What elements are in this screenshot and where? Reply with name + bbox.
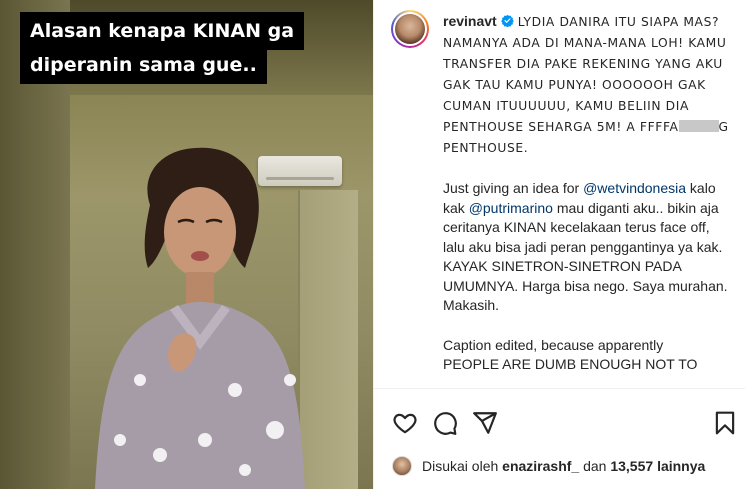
author-username[interactable]: revinavt [443,13,497,29]
likes-prefix: Disukai oleh [422,458,499,474]
caption-paragraph-2: Just giving an idea for @wetvindonesia k… [443,180,728,313]
post-panel: revinavt LYDIA DANIRA ITU SIAPA MAS? NAMA… [373,0,745,489]
action-bar [374,400,745,440]
censor-bar [678,120,719,132]
caption-caps-part-1: LYDIA DANIRA ITU SIAPA MAS? NAMANYA ADA … [443,15,727,134]
liker-avatar[interactable] [392,456,412,476]
caption-scroll-area[interactable]: revinavt LYDIA DANIRA ITU SIAPA MAS? NAMA… [374,0,745,388]
video-caption-line-1: Alasan kenapa KINAN ga [20,12,305,50]
likes-middle: dan [583,458,607,474]
verified-badge-icon [500,14,514,27]
author-avatar-image [395,14,425,44]
likes-suffix[interactable]: lainnya [657,458,705,474]
divider [374,388,745,389]
mention-link-putrimarino[interactable]: @putrimarino [469,200,553,216]
video-caption-line-2: diperanin sama gue.. [20,46,267,84]
liker-username[interactable]: enazirashf_ [502,458,579,474]
heart-icon[interactable] [392,410,418,436]
likes-summary: Disukai oleh enazirashf_ dan 13,557 lain… [392,453,705,479]
post-caption: revinavt LYDIA DANIRA ITU SIAPA MAS? NAMA… [443,12,733,375]
caption-cut-line: PEOPLE ARE DUMB ENOUGH NOT TO [443,356,698,372]
comment-icon[interactable] [432,410,458,436]
likes-count[interactable]: 13,557 [610,458,653,474]
caption-paragraph-3: Caption edited, because apparently PEOPL… [443,336,733,375]
mention-link-wetvindonesia[interactable]: @wetvindonesia [583,180,686,196]
post-media-video[interactable]: Alasan kenapa KINAN ga diperanin sama gu… [0,0,373,489]
bookmark-icon[interactable] [712,410,738,436]
author-avatar[interactable] [391,10,429,48]
share-icon[interactable] [472,410,498,436]
